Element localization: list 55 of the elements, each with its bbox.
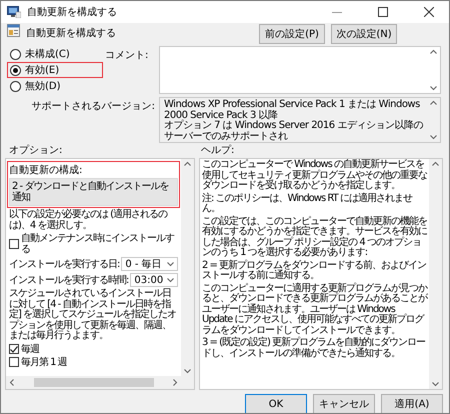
chevron-down-icon[interactable]	[432, 382, 439, 387]
maximize-icon[interactable]	[378, 7, 388, 17]
checkbox-label: 毎月第 1 週	[21, 356, 67, 368]
supported-versions-text: オプション 7 は Windows Server 2016 エディション以降のサーバーでのみサポートされ	[164, 121, 423, 142]
ok-button[interactable]: OK	[245, 394, 307, 413]
setting-title: 自動更新を構成する	[26, 26, 117, 40]
config-label: 自動更新の構成:	[9, 164, 84, 177]
help-paragraph: 注: このポリシーは、Windows RT には適用されません。	[202, 194, 414, 214]
supported-label: サポートされるバージョン:	[32, 100, 155, 113]
help-label: ヘルプ:	[201, 145, 236, 157]
help-paragraph: この設定では、このコンピューターで自動更新の機能を有効にするかどうかを指定できます。サービスを有効にした場合は、グループ ポリシー設定の 4 つのオプションのうち 1 つを選択する必要があります:	[202, 216, 427, 258]
chevron-right-icon[interactable]	[172, 379, 178, 386]
field-label: インストールを実行する日:	[9, 258, 120, 271]
chevron-up-icon[interactable]	[430, 49, 437, 54]
checkbox[interactable]	[9, 357, 19, 367]
chevron-left-icon[interactable]	[9, 379, 15, 386]
horizontal-scrollbar[interactable]	[6, 376, 181, 389]
chevron-down-icon[interactable]	[430, 135, 437, 140]
radio-label: 無効(D)	[25, 80, 61, 93]
option-description: スケジュールされているインストール日に対して [4 - 自動インストール日時を指定] を選択してスケジュールを指定したオプションを使用して更新を毎週、隔週、または毎月行うよます。	[9, 289, 178, 342]
chevron-down-icon[interactable]	[430, 86, 437, 91]
checkbox-label: 自動メンテナンス時にインストールする	[21, 233, 176, 255]
chevron-down-icon[interactable]	[167, 262, 174, 266]
radio-label: 未構成(C)	[25, 48, 70, 61]
radio-button[interactable]	[10, 48, 21, 60]
chevron-up-icon[interactable]	[432, 161, 439, 166]
close-icon[interactable]	[424, 7, 434, 17]
help-paragraph: このコンピューターに適用する更新プログラムが見つかると、ダウンロードできる更新プログラムがあることがユーザーに通知されます。ユーザーは Windows Update にアクセスし、使用可能なすべての更新プログラムをダウンロードしてインストールできます。	[202, 284, 427, 336]
options-label: オプション:	[9, 145, 64, 157]
checkbox[interactable]	[9, 344, 19, 354]
radio-label: 有効(E)	[25, 64, 60, 77]
dropdown[interactable]: 03:00	[130, 273, 178, 287]
apply-button[interactable]: 適用(A)	[381, 394, 443, 413]
checkbox[interactable]	[9, 239, 19, 249]
help-paragraph: 3 = (既定の設定) 更新プログラムを自動的にダウンロードし、インストールの準備ができたら通知する。	[202, 338, 426, 359]
dropdown[interactable]: 0 - 毎日	[121, 257, 178, 271]
chevron-up-icon[interactable]	[430, 100, 437, 105]
chevron-down-icon[interactable]	[184, 369, 191, 374]
chevron-down-icon[interactable]	[167, 278, 174, 282]
window-title: 自動更新を構成する	[27, 6, 118, 19]
cancel-button[interactable]: キャンセル	[313, 394, 375, 413]
chevron-up-icon[interactable]	[184, 161, 191, 166]
option-description: 以下の設定が必要なのは (適用されるのは)、4 を選択しす。	[9, 210, 168, 231]
field-label: インストールを実行する時間:	[9, 274, 128, 287]
previous-setting-button[interactable]: 前の設定(P)	[259, 24, 325, 44]
help-paragraph: 2 = 更新プログラムをダウンロードする前、およびインストールする前に通知する。	[202, 260, 427, 282]
next-setting-button[interactable]: 次の設定(N)	[331, 24, 397, 44]
comment-field[interactable]	[159, 46, 441, 94]
app-icon	[7, 6, 21, 18]
config-dropdown[interactable]: 2 - ダウンロードと自動インストールを通知	[9, 178, 178, 206]
radio-button[interactable]	[10, 64, 21, 76]
supported-versions-text: Windows XP Professional Service Pack 1 または Windows 2000 Service Pack 3 以降	[164, 100, 421, 120]
comment-label: コメント:	[105, 49, 148, 62]
radio-button[interactable]	[10, 80, 21, 92]
checkbox-label: 毎週	[21, 344, 39, 354]
